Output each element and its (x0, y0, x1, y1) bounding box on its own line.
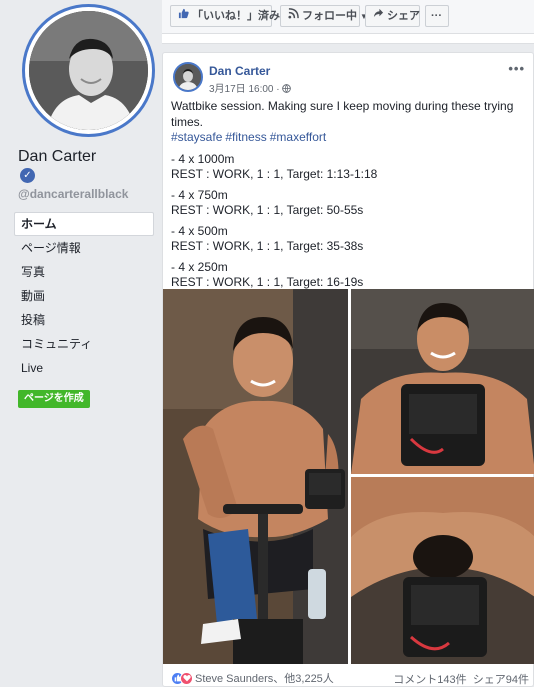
set-reps: - 4 x 500m (171, 223, 228, 238)
thumbs-up-icon (177, 6, 189, 26)
post-author-name[interactable]: Dan Carter (209, 64, 270, 78)
set-reps: - 4 x 750m (171, 187, 228, 202)
nav-item-photos[interactable]: 写真 (14, 260, 154, 284)
post-options-button[interactable]: ••• (508, 61, 525, 76)
profile-photo (29, 11, 148, 130)
liked-button[interactable]: 「いいね！」済み▼ (170, 5, 291, 27)
following-label: フォロー中 (302, 10, 357, 22)
nav-item-live[interactable]: Live (14, 356, 154, 380)
reactions-text: Steve Saunders、他3,225人 (195, 673, 334, 685)
set-reps: - 4 x 1000m (171, 151, 235, 166)
shares-count[interactable]: シェア94件 (473, 674, 529, 686)
post-intro: Wattbike session. Making sure I keep mov… (171, 99, 514, 129)
page-handle[interactable]: @dancarterallblack (18, 187, 128, 201)
previous-post-edge (162, 34, 534, 44)
set-detail: REST : WORK, 1 : 1, Target: 1:13-1:18 (171, 167, 378, 181)
liked-label: 「いいね！」済み (192, 10, 280, 22)
hashtag-link[interactable]: #fitness (225, 130, 266, 144)
nav-item-posts[interactable]: 投稿 (14, 308, 154, 332)
nav-item-community[interactable]: コミュニティ (14, 332, 154, 356)
share-arrow-icon (372, 6, 384, 26)
rss-icon (287, 6, 299, 26)
more-options-button[interactable]: ··· (425, 5, 449, 27)
hashtag-link[interactable]: #maxeffort (270, 130, 326, 144)
post-card: Dan Carter 3月17日 16:00 · ••• Wattbike se… (162, 52, 534, 687)
verified-badge-icon: ✓ (20, 168, 35, 183)
post-footer: Steve Saunders、他3,225人 コメント143件 シェア94件 (163, 667, 534, 687)
share-label: シェア (387, 10, 420, 22)
engagement-counts: コメント143件 シェア94件 (393, 671, 529, 687)
nav-item-about[interactable]: ページ情報 (14, 236, 154, 260)
workout-set: - 4 x 500m REST : WORK, 1 : 1, Target: 3… (171, 224, 527, 255)
page-sidebar: Dan Carter ✓ @dancarterallblack ホーム ページ情… (0, 0, 160, 687)
page-action-bar: 「いいね！」済み▼ フォロー中▼ シェア ··· (162, 0, 534, 34)
create-page-button[interactable]: ページを作成 (18, 390, 90, 408)
post-photo-main[interactable] (163, 289, 348, 664)
globe-icon (282, 84, 292, 95)
post-photo-3[interactable] (351, 477, 534, 664)
hashtag-link[interactable]: #staysafe (171, 130, 222, 144)
reactions-summary[interactable]: Steve Saunders、他3,225人 (171, 670, 334, 686)
love-reaction-icon (180, 671, 193, 685)
post-timestamp[interactable]: 3月17日 16:00 (209, 84, 274, 95)
page-nav: ホーム ページ情報 写真 動画 投稿 コミュニティ Live (14, 212, 154, 380)
workout-set: - 4 x 250m REST : WORK, 1 : 1, Target: 1… (171, 260, 527, 291)
workout-set: - 4 x 750m REST : WORK, 1 : 1, Target: 5… (171, 188, 527, 219)
comments-count[interactable]: コメント143件 (393, 674, 466, 686)
set-detail: REST : WORK, 1 : 1, Target: 16-19s (171, 275, 364, 289)
post-body: Wattbike session. Making sure I keep mov… (171, 99, 527, 311)
following-button[interactable]: フォロー中 ▼ (280, 5, 368, 27)
set-detail: REST : WORK, 1 : 1, Target: 35-38s (171, 239, 364, 253)
post-hashtags: #staysafe #fitness #maxeffort (171, 130, 527, 146)
post-photo-2[interactable] (351, 289, 534, 474)
nav-item-videos[interactable]: 動画 (14, 284, 154, 308)
nav-item-home[interactable]: ホーム (14, 212, 154, 236)
page-title: Dan Carter (18, 148, 97, 165)
share-button[interactable]: シェア (365, 5, 420, 27)
set-detail: REST : WORK, 1 : 1, Target: 50-55s (171, 203, 364, 217)
profile-picture[interactable] (22, 4, 155, 137)
set-reps: - 4 x 250m (171, 259, 228, 274)
workout-set: - 4 x 1000m REST : WORK, 1 : 1, Target: … (171, 152, 527, 183)
post-author-avatar[interactable] (173, 62, 203, 92)
post-meta: 3月17日 16:00 · (209, 80, 292, 95)
